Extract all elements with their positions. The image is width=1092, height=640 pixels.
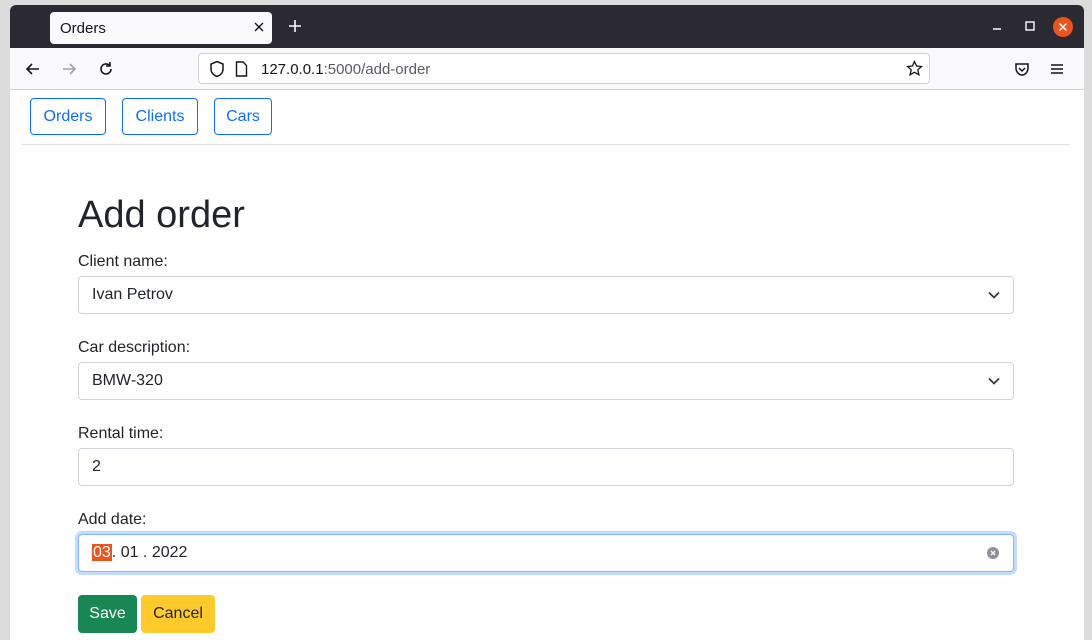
maximize-icon[interactable] [1023,19,1037,33]
title-bar: Orders [10,5,1084,48]
menu-icon[interactable] [1048,60,1066,78]
orders-nav-button[interactable]: Orders [30,98,106,135]
cancel-button[interactable]: Cancel [141,595,215,633]
add-date-value: 03. 01 . 2022 [92,544,187,562]
page-content: Orders Clients Cars Add order Client nam… [10,90,1084,640]
clear-date-icon[interactable] [987,547,999,559]
close-icon [1058,22,1068,32]
bookmark-star-icon[interactable] [906,60,923,77]
car-description-label: Car description: [78,339,191,356]
close-icon [990,550,996,556]
navigation-toolbar: 127.0.0.1:5000/add-order [10,48,1084,90]
page-icon[interactable] [235,61,248,77]
page-title: Add order [78,194,245,236]
date-day-segment[interactable]: 03 [92,544,112,561]
add-date-label: Add date: [78,511,147,528]
url-text: 127.0.0.1:5000/add-order [261,61,430,78]
client-name-select[interactable]: Ivan Petrov [78,276,1014,314]
add-date-input[interactable]: 03. 01 . 2022 [78,534,1014,572]
cars-nav-button[interactable]: Cars [214,98,272,135]
tab-title: Orders [60,20,106,37]
rental-time-input[interactable]: 2 [78,448,1014,486]
tab-close-icon[interactable] [252,20,266,34]
reload-icon[interactable] [97,60,115,78]
pocket-icon[interactable] [1013,60,1031,78]
rental-time-value: 2 [92,458,101,475]
url-host: 127.0.0.1 [261,61,324,78]
client-name-value: Ivan Petrov [92,286,173,303]
divider [22,144,1070,145]
save-button[interactable]: Save [78,595,137,633]
browser-tab[interactable]: Orders [50,12,272,44]
back-arrow-icon[interactable] [24,60,42,78]
url-path: :5000/add-order [323,61,431,78]
client-name-label: Client name: [78,253,168,270]
date-month-year[interactable]: . 01 . 2022 [112,544,188,561]
browser-window: Orders 127.0.0.1:5000/add-order Orders C… [10,5,1084,640]
chevron-down-icon [988,377,1000,385]
window-close-button[interactable] [1053,17,1073,37]
shield-icon[interactable] [209,60,225,78]
address-bar[interactable]: 127.0.0.1:5000/add-order [198,53,930,84]
forward-arrow-icon[interactable] [60,60,78,78]
clients-nav-button[interactable]: Clients [122,98,198,135]
car-description-select[interactable]: BMW-320 [78,362,1014,400]
chevron-down-icon [988,291,1000,299]
rental-time-label: Rental time: [78,425,164,442]
car-description-value: BMW-320 [92,372,163,389]
minimize-icon[interactable] [990,19,1004,33]
new-tab-icon[interactable] [286,17,304,35]
